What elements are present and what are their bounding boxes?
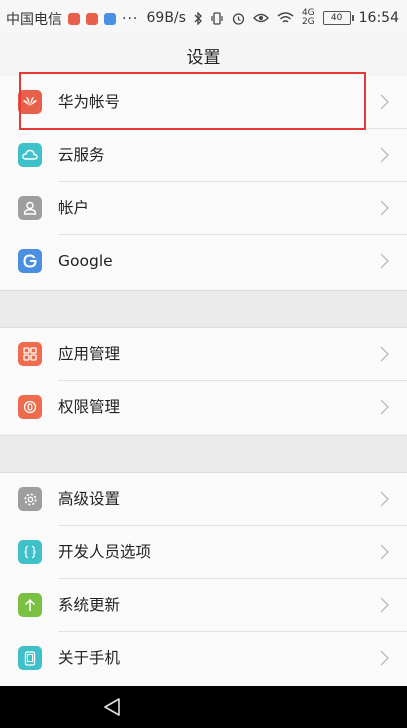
about-phone-item[interactable]: 关于手机 bbox=[0, 632, 407, 685]
back-icon[interactable] bbox=[101, 696, 123, 718]
advanced-settings-item[interactable]: 高级设置 bbox=[0, 473, 407, 526]
item-label: 云服务 bbox=[58, 146, 105, 164]
permission-management-item[interactable]: 权限管理 bbox=[0, 381, 407, 434]
item-label: 应用管理 bbox=[58, 345, 121, 363]
cloud-icon bbox=[18, 143, 42, 167]
settings-group-apps: 应用管理 权限管理 bbox=[0, 328, 407, 434]
cloud-service-item[interactable]: 云服务 bbox=[0, 129, 407, 182]
tools-app-icon bbox=[104, 13, 116, 25]
arrow-up-icon bbox=[18, 593, 42, 617]
item-label: 开发人员选项 bbox=[58, 543, 152, 561]
chevron-right-icon bbox=[380, 200, 389, 216]
battery-icon: 40 bbox=[322, 11, 354, 25]
music-app-icon bbox=[68, 13, 80, 25]
chevron-right-icon bbox=[380, 491, 389, 507]
braces-icon bbox=[18, 540, 42, 564]
google-icon bbox=[18, 249, 42, 273]
highlight-box bbox=[19, 72, 366, 130]
apps-grid-icon bbox=[18, 342, 42, 366]
wifi-icon bbox=[277, 11, 294, 23]
system-update-item[interactable]: 系统更新 bbox=[0, 579, 407, 632]
item-label: 关于手机 bbox=[58, 649, 121, 667]
chevron-right-icon bbox=[380, 650, 389, 666]
navigation-bar bbox=[0, 686, 407, 728]
chevron-right-icon bbox=[380, 147, 389, 163]
app-management-item[interactable]: 应用管理 bbox=[0, 328, 407, 381]
permission-icon bbox=[18, 395, 42, 419]
section-gap bbox=[0, 290, 407, 328]
developer-options-item[interactable]: 开发人员选项 bbox=[0, 526, 407, 579]
item-label: 系统更新 bbox=[58, 596, 121, 614]
accounts-item[interactable]: 帐户 bbox=[0, 182, 407, 235]
cellular-signal-icon: 4G 2G bbox=[301, 8, 315, 27]
alarm-icon bbox=[232, 12, 245, 25]
settings-group-system: 高级设置 开发人员选项 系统更新 关于手机 bbox=[0, 473, 407, 686]
network-speed: 69B/s bbox=[146, 10, 186, 26]
chevron-right-icon bbox=[380, 544, 389, 560]
item-label: 帐户 bbox=[58, 199, 90, 217]
gear-icon bbox=[18, 487, 42, 511]
more-notifications-icon: ··· bbox=[122, 11, 139, 27]
item-label: 高级设置 bbox=[58, 490, 121, 508]
status-bar: 中国电信 ··· 69B/s 4G 2G 40 16:54 bbox=[0, 0, 407, 34]
clock: 16:54 bbox=[358, 10, 399, 26]
bluetooth-icon bbox=[194, 11, 202, 25]
user-icon bbox=[18, 196, 42, 220]
chevron-right-icon bbox=[380, 94, 389, 110]
store-app-icon bbox=[86, 13, 98, 25]
chevron-right-icon bbox=[380, 346, 389, 362]
item-label: 权限管理 bbox=[58, 398, 121, 416]
item-label: Google bbox=[58, 252, 113, 270]
carrier-label: 中国电信 bbox=[6, 12, 62, 28]
chevron-right-icon bbox=[380, 253, 389, 269]
eye-comfort-icon bbox=[253, 13, 269, 23]
section-gap bbox=[0, 435, 407, 473]
chevron-right-icon bbox=[380, 399, 389, 415]
chevron-right-icon bbox=[380, 597, 389, 613]
phone-icon bbox=[18, 646, 42, 670]
google-item[interactable]: Google bbox=[0, 235, 407, 288]
vibrate-icon bbox=[211, 11, 223, 25]
